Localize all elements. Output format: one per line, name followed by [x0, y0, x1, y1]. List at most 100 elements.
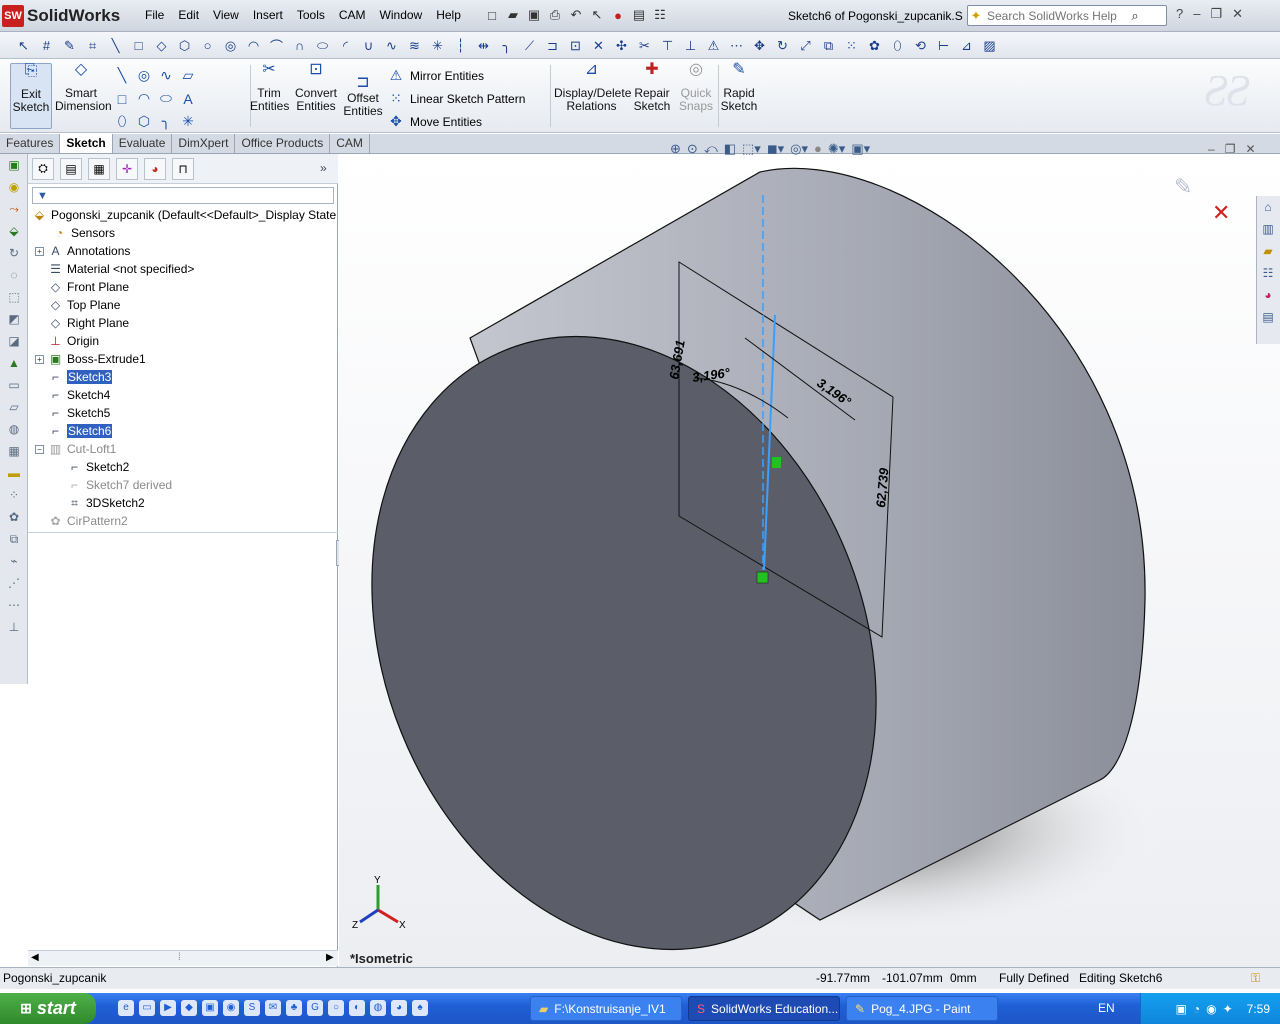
convert-icon[interactable]: ⊡	[566, 36, 585, 55]
line-icon[interactable]: ╲	[106, 36, 125, 55]
text-icon[interactable]: A	[180, 91, 196, 107]
tree-item-cut-loft1[interactable]: − ▥ Cut-Loft1	[35, 440, 116, 458]
undo-icon[interactable]: ↶	[568, 7, 584, 23]
copy-icon[interactable]: ⧉	[819, 36, 838, 55]
rapid-sketch-button[interactable]: ✎ Rapid Sketch	[720, 62, 758, 113]
polygon-icon[interactable]: ⬡	[136, 113, 152, 130]
start-button[interactable]: ⊞ start	[0, 993, 96, 1024]
solidworks-resources-icon[interactable]: ⌂	[1259, 200, 1277, 218]
scroll-thumb-icon[interactable]: ⁞	[178, 952, 181, 963]
3d-sketch-icon[interactable]: ⌗	[83, 36, 102, 55]
line-icon[interactable]: ╲	[114, 67, 130, 84]
app-icon[interactable]: ♠	[412, 1000, 428, 1016]
mirror-feature-icon[interactable]: ⧉	[5, 532, 23, 550]
circular-pattern-feature-icon[interactable]: ✿	[5, 510, 23, 528]
sketch-fillet-icon[interactable]: ╮	[497, 36, 516, 55]
mirror-icon[interactable]: ⇹	[474, 36, 493, 55]
circle-icon[interactable]: ◎	[136, 67, 152, 84]
app-icon[interactable]: G	[307, 1000, 323, 1016]
reference-geometry-icon[interactable]: ⌁	[5, 554, 23, 572]
tree-item-top-plane[interactable]: ◇ Top Plane	[48, 296, 121, 314]
swept-cut-icon[interactable]: ⬚	[5, 290, 23, 308]
ellipse-icon[interactable]: ⬭	[313, 36, 332, 55]
chrome-icon[interactable]: ◍	[370, 1000, 386, 1016]
axis-icon[interactable]: ⋯	[5, 598, 23, 616]
curves-icon[interactable]: ⋰	[5, 576, 23, 594]
tab-features[interactable]: Features	[0, 134, 61, 153]
tree-item-sketch4[interactable]: ⌐ Sketch4	[48, 386, 110, 404]
tree-item-right-plane[interactable]: ◇ Right Plane	[48, 314, 129, 332]
solidworks-launch-icon[interactable]: S	[244, 1000, 260, 1016]
fillet-feature-icon[interactable]: ◩	[5, 312, 23, 330]
revolved-boss-icon[interactable]: ◉	[5, 180, 23, 198]
expand-toggle-icon[interactable]: +	[35, 246, 44, 256]
menu-file[interactable]: File	[138, 8, 171, 22]
lofted-boss-icon[interactable]: ⬙	[5, 224, 23, 242]
extruded-cut-icon[interactable]: ↻	[5, 246, 23, 264]
rebuild-traffic-light-icon[interactable]: ●	[610, 7, 626, 23]
tab-office-products[interactable]: Office Products	[235, 134, 331, 153]
offset-icon[interactable]: ⊐	[543, 36, 562, 55]
open-folder-icon[interactable]: ▰	[505, 7, 521, 23]
file-properties-icon[interactable]: ▤	[631, 7, 647, 23]
viewport-close-icon[interactable]: ✕	[1245, 142, 1255, 156]
face-curves-icon[interactable]: ✣	[612, 36, 631, 55]
polygon-icon[interactable]: ⬡	[175, 36, 194, 55]
sketch-icon[interactable]: ✎	[60, 36, 79, 55]
menu-cam[interactable]: CAM	[332, 8, 373, 22]
relation-icon[interactable]: ⊿	[957, 36, 976, 55]
tree-item-sketch3[interactable]: ⌐ Sketch3	[48, 368, 113, 386]
exit-sketch-button[interactable]: ⎘ Exit Sketch	[10, 63, 52, 129]
rotate-icon[interactable]: ↻	[773, 36, 792, 55]
convert-entities-button[interactable]: ⊡ Convert Entities	[293, 62, 339, 113]
scroll-right-icon[interactable]: ▶	[326, 952, 334, 963]
apply-scene-icon[interactable]: ✺▾	[828, 141, 845, 157]
ie-icon[interactable]: e	[118, 1000, 134, 1016]
rib-icon[interactable]: ▲	[5, 356, 23, 374]
tab-evaluate[interactable]: Evaluate	[113, 134, 173, 153]
cam-tab-icon[interactable]: ⊓	[172, 157, 194, 180]
save-icon[interactable]: ▣	[526, 7, 542, 23]
quick-snaps-button[interactable]: ◎ Quick Snaps	[677, 62, 715, 113]
dimension-icon[interactable]: ⊢	[934, 36, 953, 55]
perimeter-circle-icon[interactable]: ◎	[221, 36, 240, 55]
tray-security-icon[interactable]: ◉	[1206, 1002, 1216, 1016]
slot-icon[interactable]: ⬯	[888, 36, 907, 55]
shell-icon[interactable]: ▭	[5, 378, 23, 396]
tree-item-sketch5[interactable]: ⌐ Sketch5	[48, 404, 110, 422]
language-indicator[interactable]: EN	[1098, 1001, 1115, 1015]
menu-edit[interactable]: Edit	[171, 8, 206, 22]
display-delete-relations-button[interactable]: ⊿ Display/Delete Relations	[554, 62, 631, 113]
search-input[interactable]	[987, 8, 1127, 23]
linear-pattern-icon[interactable]: ⁙	[842, 36, 861, 55]
tray-network-icon[interactable]: ▣	[1176, 1002, 1187, 1016]
fillet-icon[interactable]: ╮	[158, 113, 174, 130]
tree-item-sketch2[interactable]: ⌐ Sketch2	[67, 458, 129, 476]
firefox-icon[interactable]: ◕	[391, 1000, 407, 1016]
hide-show-items-icon[interactable]: ◎▾	[790, 141, 808, 157]
measure-icon[interactable]: ▬	[5, 466, 23, 484]
custom-properties-icon[interactable]: ▤	[1259, 310, 1277, 328]
tangent-arc-icon[interactable]: ⌒	[267, 36, 286, 55]
centerline-icon[interactable]: ┆	[451, 36, 470, 55]
section-view-icon[interactable]: ◧	[724, 141, 736, 157]
new-document-icon[interactable]: □	[484, 7, 500, 23]
tree-item-3dsketch2[interactable]: ⌗ 3DSketch2	[67, 494, 145, 512]
sketch-picture-icon[interactable]: ▨	[980, 36, 999, 55]
zoom-to-area-icon[interactable]: ⊙	[687, 141, 698, 157]
previous-view-icon[interactable]: ⤺	[704, 141, 718, 157]
dimxpert-manager-tab-icon[interactable]: ✛	[116, 157, 138, 180]
tray-update-icon[interactable]: ✦	[1223, 1002, 1233, 1016]
wrap-icon[interactable]: ▦	[5, 444, 23, 462]
app-icon[interactable]: ♣	[286, 1000, 302, 1016]
configuration-manager-tab-icon[interactable]: ▦	[88, 157, 110, 180]
intersection-curve-icon[interactable]: ✕	[589, 36, 608, 55]
partial-ellipse-icon[interactable]: ◜	[336, 36, 355, 55]
property-manager-tab-icon[interactable]: ▤	[60, 157, 82, 180]
view-palette-icon[interactable]: ☷	[1259, 266, 1277, 284]
point-icon[interactable]: ✳	[180, 113, 196, 130]
arc-icon[interactable]: ◠	[136, 90, 152, 107]
circular-pattern-icon[interactable]: ✿	[865, 36, 884, 55]
select-pointer-icon[interactable]: ↖	[589, 7, 605, 23]
extruded-boss-icon[interactable]: ▣	[5, 158, 23, 176]
